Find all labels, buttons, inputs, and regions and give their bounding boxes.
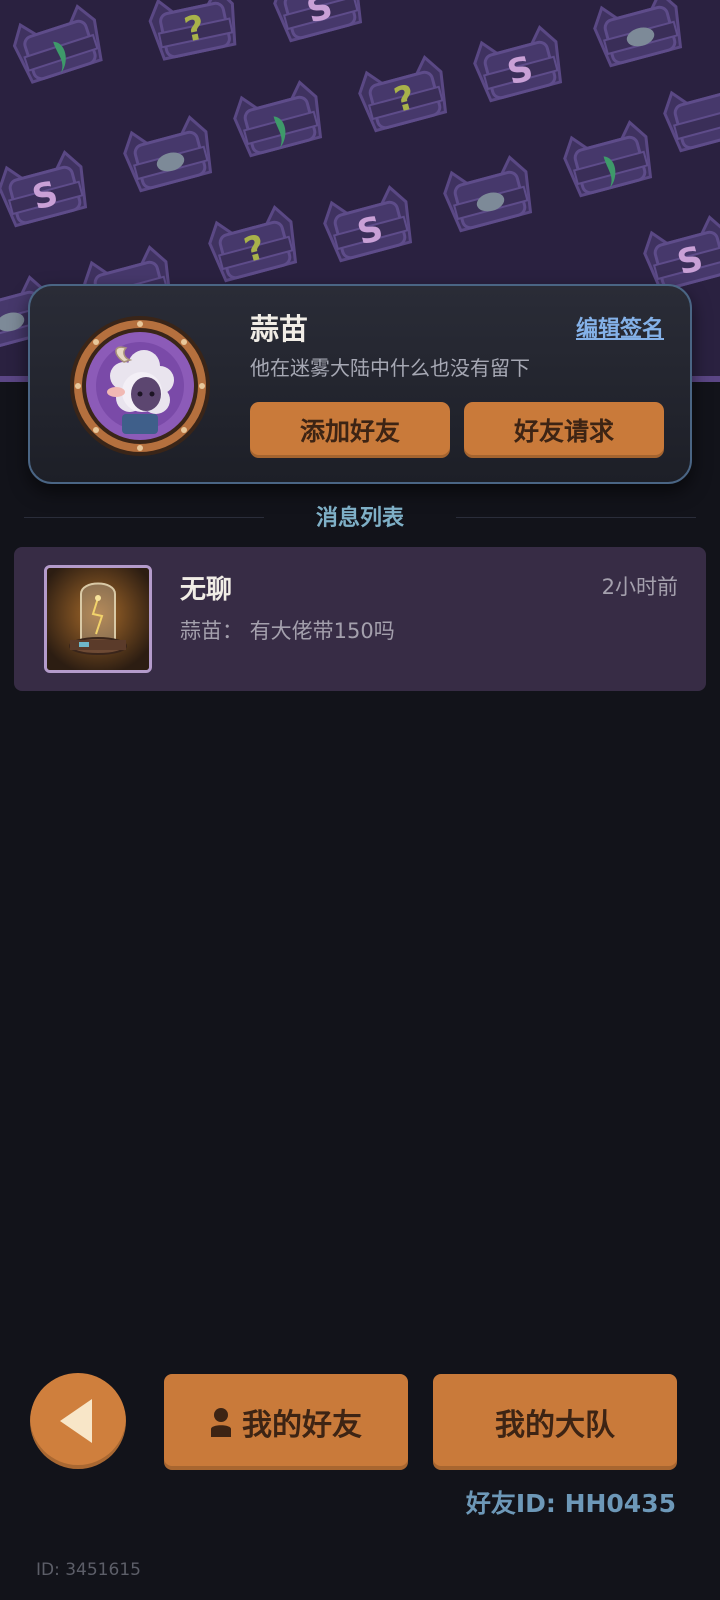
message-preview: 蒜苗： 有大佬带150吗 — [180, 619, 395, 643]
back-arrow-icon — [60, 1399, 92, 1443]
add-friend-button[interactable]: 添加好友 — [250, 402, 450, 458]
message-timestamp: 2小时前 — [601, 575, 678, 599]
message-list-header: 消息列表 — [24, 498, 696, 536]
my-friends-label: 我的好友 — [242, 1408, 362, 1443]
friends-screen: ? S S S ? ? S S 蒜苗 编辑签名 他在迷雾大陆中什么也没有留下 添… — [0, 0, 720, 1600]
my-team-button[interactable]: 我的大队 — [433, 1374, 677, 1470]
sheep-avatar-icon — [70, 316, 210, 456]
user-name: 蒜苗 — [250, 312, 309, 346]
lightbulb-jar-icon — [47, 568, 149, 670]
user-id: ID: 3451615 — [36, 1560, 141, 1580]
message-list-title: 消息列表 — [315, 506, 404, 531]
message-title: 无聊 — [180, 575, 233, 605]
list-item[interactable]: 无聊 2小时前 蒜苗： 有大佬带150吗 — [14, 547, 706, 691]
avatar[interactable] — [68, 314, 212, 458]
back-button[interactable] — [30, 1373, 126, 1469]
divider — [456, 517, 696, 518]
message-thumbnail — [44, 565, 152, 673]
signature-text: 他在迷雾大陆中什么也没有留下 — [250, 356, 530, 380]
my-friends-button[interactable]: 我的好友 — [164, 1374, 408, 1470]
edit-signature-link[interactable]: 编辑签名 — [576, 311, 664, 343]
person-icon — [211, 1408, 231, 1437]
profile-card: 蒜苗 编辑签名 他在迷雾大陆中什么也没有留下 添加好友 好友请求 — [28, 284, 692, 484]
friend-request-button[interactable]: 好友请求 — [464, 402, 664, 458]
friend-id: 好友ID: HH0435 — [465, 1489, 676, 1518]
